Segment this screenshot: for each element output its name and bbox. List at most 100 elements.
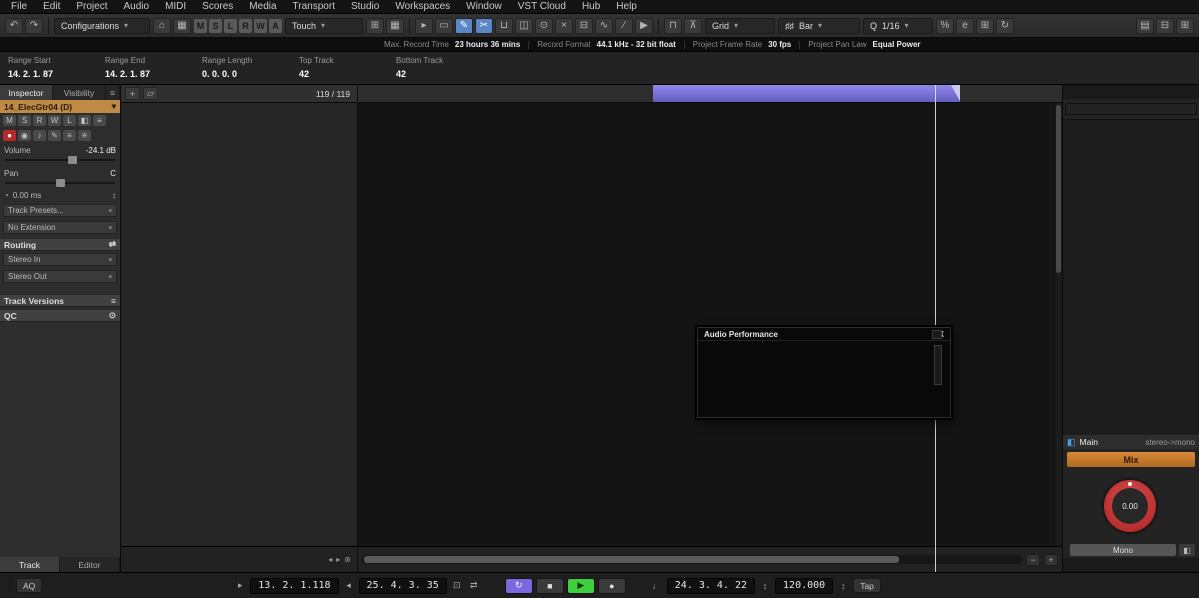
dialog-titlebar[interactable]: Audio Performance X xyxy=(698,328,950,341)
quantize-grid-dropdown[interactable]: ♯♯ Bar ▾ xyxy=(778,17,860,34)
scrollbar-thumb[interactable] xyxy=(364,556,899,563)
play-tool[interactable]: ▶ xyxy=(635,17,653,34)
extension-dropdown[interactable]: No Extension ▾ xyxy=(3,221,117,234)
toolbar-r-button[interactable]: R xyxy=(239,18,252,33)
lanes-icon[interactable]: ≡ xyxy=(63,130,76,141)
setup-window-icon[interactable]: ⌂ xyxy=(153,17,171,34)
quantize-panel-icon[interactable]: ⊞ xyxy=(976,17,994,34)
inspector-s-button[interactable]: S xyxy=(18,115,31,126)
redo-icon[interactable]: ↷ xyxy=(25,17,43,34)
range-value[interactable]: 42 xyxy=(396,69,493,79)
stop-button[interactable]: ■ xyxy=(535,577,564,594)
pan-value[interactable]: C xyxy=(110,169,116,178)
aq-button[interactable]: AQ xyxy=(16,578,43,593)
volume-slider[interactable] xyxy=(5,156,115,165)
zoom-tool[interactable]: ⊙ xyxy=(535,17,553,34)
level-knob[interactable]: 0.00 xyxy=(1104,480,1156,532)
qc-section-header[interactable]: QC ⊙ xyxy=(0,309,120,322)
mono-button[interactable]: Mono xyxy=(1070,544,1176,556)
menu-item-file[interactable]: File xyxy=(3,0,35,14)
horizontal-scrollbar[interactable] xyxy=(362,555,1022,564)
glue-tool[interactable]: ⊔ xyxy=(495,17,513,34)
toolbar-l-button[interactable]: L xyxy=(224,18,237,33)
swap-icon[interactable]: ⇄ xyxy=(467,579,481,593)
menu-item-midi[interactable]: MIDI xyxy=(157,0,194,14)
listen-icon[interactable]: ◧ xyxy=(78,115,91,126)
inspector-m-button[interactable]: M xyxy=(3,115,16,126)
menu-item-vst-cloud[interactable]: VST Cloud xyxy=(510,0,574,14)
lane-display-icon[interactable]: ≡ xyxy=(93,115,106,126)
track-versions-section-header[interactable]: Track Versions ≡ xyxy=(0,294,120,307)
menu-item-window[interactable]: Window xyxy=(458,0,510,14)
slider-handle[interactable] xyxy=(55,179,65,187)
add-track-button[interactable]: + xyxy=(125,87,140,100)
menu-item-audio[interactable]: Audio xyxy=(115,0,157,14)
window-layout-icon[interactable]: ▦ xyxy=(173,17,191,34)
delay-value[interactable]: 0.00 ms xyxy=(13,191,41,200)
tab-visibility[interactable]: Visibility xyxy=(53,85,106,100)
line-tool[interactable]: ∕ xyxy=(615,17,633,34)
tab-inspector[interactable]: Inspector xyxy=(0,85,53,100)
output-routing-dropdown[interactable]: Stereo Out ▾ xyxy=(3,270,117,283)
inspector-w-button[interactable]: W xyxy=(48,115,61,126)
suspend-automation-icon[interactable]: ▦ xyxy=(386,17,404,34)
cycle-button[interactable]: ↻ xyxy=(504,577,533,594)
music-note-icon[interactable]: ♪ xyxy=(33,130,46,141)
audio-performance-dialog[interactable]: Audio Performance X xyxy=(697,327,951,418)
inspector-track-header[interactable]: 14_ElecGtr04 (D) ▾ xyxy=(0,100,120,113)
quantize-preset-dropdown[interactable]: Q 1/16 ▾ xyxy=(863,17,933,34)
routing-section-header[interactable]: Routing ⇄ xyxy=(0,238,120,251)
vertical-scrollbar[interactable] xyxy=(1054,103,1062,546)
inspector-l-button[interactable]: L xyxy=(63,115,76,126)
left-locator-icon[interactable]: ▸ xyxy=(233,579,247,593)
menu-item-project[interactable]: Project xyxy=(68,0,115,14)
erase-tool[interactable]: ◫ xyxy=(515,17,533,34)
zoom-in-button[interactable]: + xyxy=(1044,553,1058,566)
inspector-menu-icon[interactable]: ≡ xyxy=(106,85,120,100)
undo-icon[interactable]: ↶ xyxy=(5,17,23,34)
downmix-mode-label[interactable]: stereo->mono xyxy=(1145,438,1195,447)
toolbar-m-button[interactable]: M xyxy=(194,18,207,33)
grid-type-dropdown[interactable]: Grid ▾ xyxy=(705,17,775,34)
menu-item-help[interactable]: Help xyxy=(608,0,645,14)
slider-handle[interactable] xyxy=(67,156,77,164)
toolbar-a-button[interactable]: A xyxy=(269,18,282,33)
automation-panel-icon[interactable]: ⊞ xyxy=(366,17,384,34)
track-presets-dropdown[interactable]: Track Presets... ▾ xyxy=(3,204,117,217)
main-channel-row[interactable]: ◧ Main stereo->mono xyxy=(1063,435,1199,449)
right-locator-display[interactable]: 25. 4. 3. 35 xyxy=(358,577,447,594)
scroll-right-icon[interactable]: ▸ xyxy=(336,555,340,564)
right-locator-icon[interactable]: ◂ xyxy=(342,579,356,593)
input-routing-dropdown[interactable]: Stereo In ▾ xyxy=(3,253,117,266)
mute-tool[interactable]: × xyxy=(555,17,573,34)
scrollbar-thumb[interactable] xyxy=(1056,105,1061,274)
right-zone-icon[interactable]: ▤ xyxy=(1136,17,1154,34)
menu-item-workspaces[interactable]: Workspaces xyxy=(387,0,458,14)
toolbar-w-button[interactable]: W xyxy=(254,18,267,33)
menu-item-hub[interactable]: Hub xyxy=(574,0,608,14)
split-tool[interactable]: ✂ xyxy=(475,17,493,34)
position-stepper-icon[interactable]: ↕ xyxy=(758,579,772,593)
range-value[interactable]: 14. 2. 1. 87 xyxy=(105,69,202,79)
window-zones-icon[interactable]: ⊞ xyxy=(1176,17,1194,34)
menu-item-scores[interactable]: Scores xyxy=(194,0,241,14)
automation-mode-dropdown[interactable]: Touch ▾ xyxy=(285,17,363,34)
range-select-tool[interactable]: ▭ xyxy=(435,17,453,34)
edit-channel-icon[interactable]: ✎ xyxy=(48,130,61,141)
comp-tool[interactable]: ⊟ xyxy=(575,17,593,34)
reset-quantize-icon[interactable]: ↻ xyxy=(996,17,1014,34)
tab-track[interactable]: Track xyxy=(0,557,60,572)
lower-zone-icon[interactable]: ⊟ xyxy=(1156,17,1174,34)
stepper-icon[interactable]: ↕ xyxy=(112,191,116,200)
mix-source-button[interactable]: Mix xyxy=(1067,452,1195,467)
inspector-r-button[interactable]: R xyxy=(33,115,46,126)
ruler[interactable] xyxy=(358,85,1062,102)
toolbar-s-button[interactable]: S xyxy=(209,18,222,33)
snap-icon[interactable]: ⊓ xyxy=(664,17,682,34)
song-position-display[interactable]: 24. 3. 4. 22 xyxy=(666,577,756,594)
lock-icon[interactable]: ⊡ xyxy=(450,579,464,593)
menu-item-media[interactable]: Media xyxy=(241,0,284,14)
range-value[interactable]: 14. 2. 1. 87 xyxy=(8,69,105,79)
volume-value[interactable]: -24.1 dB xyxy=(86,146,116,155)
draw-tool[interactable]: ✎ xyxy=(455,17,473,34)
